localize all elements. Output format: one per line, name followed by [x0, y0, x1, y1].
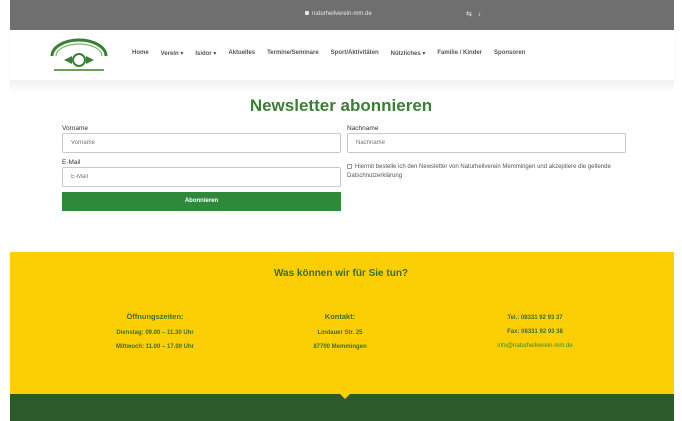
url-text: naturheilverein-mm.de [312, 11, 372, 17]
vorname-input[interactable] [62, 133, 341, 153]
consent-row: Hiermit bestelle ich den Newsletter von … [347, 163, 647, 181]
contact-heading: Kontakt: [324, 312, 356, 321]
nav-item-sponsoren[interactable]: Sponsoren [494, 50, 525, 57]
nav-item-home[interactable]: Home [132, 50, 149, 57]
newsletter-title: Newsletter abonnieren [249, 96, 433, 115]
vorname-label: Vorname [62, 125, 89, 132]
browser-action-icons[interactable]: ⇆ ↓ [466, 10, 483, 18]
opening-hours-tuesday: Dienstag: 09.00 – 11.30 Uhr [116, 330, 194, 336]
consent-checkbox[interactable] [347, 163, 352, 169]
nav-item-nuetzliches[interactable]: Nützliches ▾ [391, 50, 426, 57]
consent-text: Hiermit bestelle ich den Newsletter von … [347, 164, 611, 179]
lock-icon [305, 11, 309, 16]
fax-number: Fax: 08331 92 93 38 [507, 329, 563, 335]
nachname-label: Nachname [347, 125, 379, 132]
url-display[interactable]: naturheilverein-mm.de [305, 11, 372, 17]
nav-item-verein[interactable]: Verein ▾ [161, 50, 184, 57]
header-shadow-band [10, 80, 674, 94]
section-notch-arrow [339, 393, 351, 399]
nav-item-aktuelles[interactable]: Aktuelles [228, 50, 255, 57]
contact-street: Lindauer Str. 25 [317, 330, 363, 336]
nachname-input[interactable] [347, 133, 626, 153]
subscribe-button[interactable]: Abonnieren [62, 192, 341, 211]
contact-column: Kontakt: Lindauer Str. 25 87700 Memminge… [280, 312, 400, 358]
nav-item-termine[interactable]: Termine/Seminare [267, 50, 319, 57]
opening-hours-heading: Öffnungszeiten: [126, 312, 184, 321]
contact-city: 87700 Memmingen [313, 344, 367, 350]
opening-hours-wednesday: Mittwoch: 11.00 – 17.00 Uhr [115, 344, 195, 350]
opening-hours-column: Öffnungszeiten: Dienstag: 09.00 – 11.30 … [90, 312, 220, 358]
phone-column: Tel.: 08331 92 93 37 Fax: 08331 92 93 38… [470, 315, 600, 357]
nav-item-isidor[interactable]: Isidor ▾ [195, 50, 216, 57]
phone-number[interactable]: Tel.: 08331 92 93 37 [470, 315, 600, 321]
main-navigation: Home Verein ▾ Isidor ▾ Aktuelles Termine… [132, 50, 525, 57]
email-label: E-Mail [62, 159, 81, 166]
email-input[interactable] [62, 167, 341, 187]
browser-address-bar: naturheilverein-mm.de ⇆ ↓ [10, 0, 674, 30]
contact-section-title: Was können wir für Sie tun? [273, 268, 409, 279]
site-logo[interactable] [44, 36, 114, 76]
nav-item-familie[interactable]: Familie / Kinder [437, 50, 482, 57]
email-link[interactable]: info@naturheilverein-mm.de [470, 343, 600, 349]
nav-item-sport[interactable]: Sport/Aktivitäten [331, 50, 379, 57]
